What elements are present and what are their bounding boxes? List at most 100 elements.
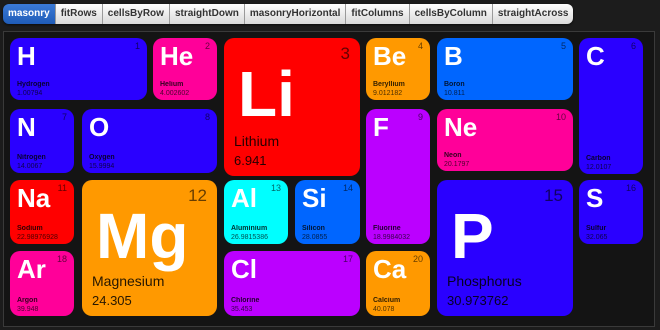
element-weight: 10.811 — [444, 90, 465, 97]
element-number: 20 — [412, 254, 423, 264]
element-weight: 12.0107 — [586, 164, 612, 171]
element-weight: 1.00794 — [17, 90, 43, 97]
element-tile-silicon[interactable]: Si 14 Silicon 28.0855 — [295, 180, 360, 244]
element-number: 13 — [270, 183, 281, 193]
element-weight: 30.973762 — [447, 293, 509, 308]
element-weight: 26.9815386 — [231, 234, 268, 241]
element-symbol: O — [89, 112, 110, 142]
element-symbol: Li — [238, 58, 295, 130]
element-symbol: Al — [231, 183, 257, 213]
element-name: Carbon — [586, 155, 611, 162]
element-name: Helium — [160, 81, 184, 88]
element-name: Neon — [444, 152, 462, 159]
element-tile-sulfur[interactable]: S 16 Sulfur 32.065 — [579, 180, 643, 244]
element-name: Silicon — [302, 225, 325, 232]
element-weight: 28.0855 — [302, 234, 328, 241]
element-number: 3 — [340, 44, 350, 63]
element-symbol: Si — [302, 183, 327, 213]
fit-columns-button[interactable]: fitColumns — [346, 4, 410, 24]
element-number: 12 — [188, 186, 207, 205]
element-weight: 18.9984032 — [373, 234, 410, 241]
element-tile-carbon[interactable]: C 6 Carbon 12.0107 — [579, 38, 643, 174]
element-name: Sodium — [17, 225, 43, 232]
element-weight: 22.98976928 — [17, 234, 58, 241]
element-tile-lithium[interactable]: Li 3 Lithium 6.941 — [224, 38, 360, 176]
element-symbol: He — [160, 41, 194, 71]
cells-by-row-button[interactable]: cellsByRow — [102, 4, 170, 24]
element-weight: 14.0067 — [17, 163, 43, 170]
element-name: Oxygen — [89, 154, 115, 161]
element-number: 15 — [544, 186, 563, 205]
element-symbol: Na — [17, 183, 51, 213]
element-weight: 20.1797 — [444, 161, 470, 168]
straight-across-button[interactable]: straightAcross — [492, 4, 574, 24]
element-name: Chlorine — [231, 297, 260, 304]
element-weight: 39.948 — [17, 306, 39, 313]
element-number: 17 — [342, 254, 353, 264]
cells-by-column-button[interactable]: cellsByColumn — [409, 4, 493, 24]
element-number: 7 — [61, 112, 67, 122]
element-number: 18 — [56, 254, 67, 264]
element-tile-neon[interactable]: Ne 10 Neon 20.1797 — [437, 109, 573, 171]
element-tile-helium[interactable]: He 2 Helium 4.002602 — [153, 38, 217, 100]
element-name: Argon — [17, 297, 38, 304]
element-number: 16 — [625, 183, 636, 193]
element-symbol: Ar — [17, 254, 46, 284]
element-number: 11 — [57, 183, 67, 193]
element-symbol: B — [444, 41, 463, 71]
element-tile-calcium[interactable]: Ca 20 Calcium 40.078 — [366, 251, 430, 316]
element-tile-sodium[interactable]: Na 11 Sodium 22.98976928 — [10, 180, 74, 244]
element-tile-phosphorus[interactable]: P 15 Phosphorus 30.973762 — [437, 180, 573, 316]
element-name: Beryllium — [373, 81, 405, 88]
layout-mode-button-group: masonry fitRows cellsByRow straightDown … — [3, 4, 574, 24]
element-number: 4 — [417, 41, 423, 51]
element-tile-oxygen[interactable]: O 8 Oxygen 15.9994 — [82, 109, 217, 173]
element-symbol: S — [586, 183, 604, 213]
element-tile-beryllium[interactable]: Be 4 Beryllium 9.012182 — [366, 38, 430, 100]
element-number: 6 — [630, 41, 636, 51]
layout-mode-toolbar: masonry fitRows cellsByRow straightDown … — [0, 0, 660, 30]
element-weight: 24.305 — [92, 293, 132, 308]
element-symbol: P — [451, 200, 494, 272]
element-symbol: Cl — [231, 254, 257, 284]
element-tile-hydrogen[interactable]: H 1 Hydrogen 1.00794 — [10, 38, 147, 100]
element-tile-magnesium[interactable]: Mg 12 Magnesium 24.305 — [82, 180, 217, 316]
element-tile-boron[interactable]: B 5 Boron 10.811 — [437, 38, 573, 100]
element-tile-nitrogen[interactable]: N 7 Nitrogen 14.0067 — [10, 109, 74, 173]
element-number: 14 — [342, 183, 353, 193]
element-symbol: N — [17, 112, 36, 142]
element-weight: 32.065 — [586, 234, 608, 241]
element-name: Calcium — [373, 297, 401, 304]
element-name: Sulfur — [586, 225, 607, 232]
element-number: 5 — [560, 41, 566, 51]
element-weight: 4.002602 — [160, 90, 190, 97]
masonry-horizontal-button[interactable]: masonryHorizontal — [244, 4, 347, 24]
element-name: Boron — [444, 81, 465, 88]
element-weight: 35.453 — [231, 306, 253, 313]
element-weight: 6.941 — [234, 153, 267, 168]
element-name: Fluorine — [373, 225, 401, 232]
element-weight: 9.012182 — [373, 90, 403, 97]
element-number: 8 — [204, 112, 210, 122]
element-name: Phosphorus — [447, 273, 522, 289]
masonry-button[interactable]: masonry — [3, 4, 56, 24]
element-symbol: Ne — [444, 112, 478, 142]
element-symbol: Be — [373, 41, 407, 71]
element-tile-argon[interactable]: Ar 18 Argon 39.948 — [10, 251, 74, 316]
element-name: Magnesium — [92, 273, 165, 289]
element-number: 9 — [417, 112, 423, 122]
element-tile-fluorine[interactable]: F 9 Fluorine 18.9984032 — [366, 109, 430, 244]
element-weight: 15.9994 — [89, 163, 115, 170]
element-number: 1 — [134, 41, 140, 51]
element-weight: 40.078 — [373, 306, 395, 313]
element-symbol: C — [586, 41, 605, 71]
element-number: 2 — [204, 41, 210, 51]
element-tile-aluminium[interactable]: Al 13 Aluminium 26.9815386 — [224, 180, 288, 244]
element-name: Hydrogen — [17, 81, 50, 88]
element-symbol: H — [17, 41, 36, 71]
fit-rows-button[interactable]: fitRows — [55, 4, 103, 24]
element-name: Nitrogen — [17, 154, 46, 161]
element-name: Aluminium — [231, 225, 268, 232]
straight-down-button[interactable]: straightDown — [169, 4, 245, 24]
element-tile-chlorine[interactable]: Cl 17 Chlorine 35.453 — [224, 251, 360, 316]
